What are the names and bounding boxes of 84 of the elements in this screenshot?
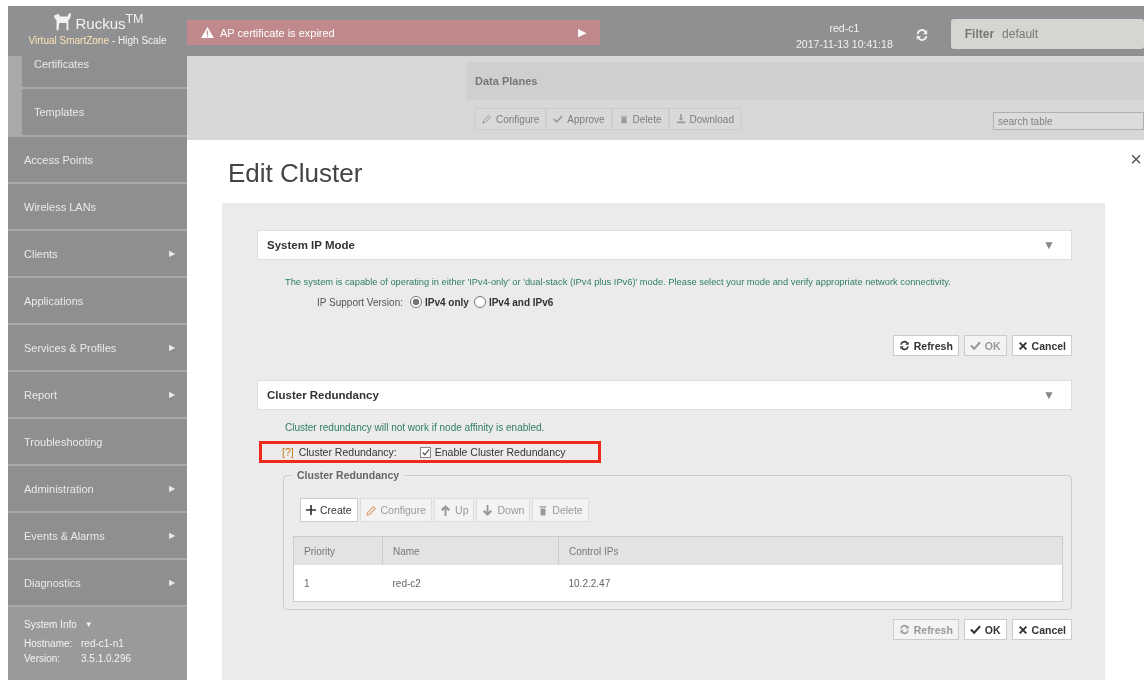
column-header[interactable]: Name xyxy=(382,536,559,565)
section-title: Cluster Redundancy xyxy=(267,389,379,401)
radio-button[interactable] xyxy=(410,296,422,308)
pencil-icon xyxy=(482,114,492,124)
toolbar-button[interactable]: Delete xyxy=(611,108,669,130)
checkbox[interactable] xyxy=(419,446,431,458)
column-header[interactable]: Control IPs xyxy=(558,536,1063,565)
filter-label: Filter xyxy=(964,27,995,41)
download-icon xyxy=(675,114,686,124)
alert-banner[interactable]: AP certificate is expired ▶ xyxy=(187,20,600,45)
brand-name: Ruckus$^{TM}$ xyxy=(75,12,144,32)
caret-icon[interactable]: ▼ xyxy=(1043,388,1055,402)
note-text: Cluster redundancy will not work if node affinity is enabled. xyxy=(285,422,546,433)
controller-datetime: 2017-11-13 10:41:18 xyxy=(796,37,893,52)
close-icon xyxy=(1017,340,1028,351)
dog-logo-icon xyxy=(51,12,74,32)
filter-value: default xyxy=(1002,27,1039,41)
plus-icon xyxy=(306,505,316,515)
info-value: 3.5.1.0.296 xyxy=(81,652,132,666)
arrow-down-icon xyxy=(482,504,494,516)
trash-icon xyxy=(538,504,549,516)
refresh-icon xyxy=(898,624,910,635)
check-icon xyxy=(553,114,564,124)
caret-icon[interactable]: ▼ xyxy=(1043,238,1055,252)
toolbar-button[interactable]: Approve xyxy=(546,108,612,130)
check-icon xyxy=(969,340,981,351)
arrow-up-icon xyxy=(440,504,452,516)
sidebar-item[interactable]: Troubleshooting xyxy=(8,419,187,466)
table-cell: 10.2.2.47 xyxy=(558,565,1063,602)
help-link[interactable]: [?] xyxy=(282,446,294,458)
sidebar-item[interactable]: Access Points xyxy=(8,137,187,184)
sidebar-item[interactable]: Certificates xyxy=(22,56,187,89)
pencil-icon xyxy=(365,504,377,516)
table-cell: red-c2 xyxy=(382,565,559,602)
sidebar-item[interactable]: Services & Profiles ▶ xyxy=(8,325,187,372)
refresh-icon xyxy=(898,340,910,351)
section-title: System IP Mode xyxy=(267,239,355,251)
description-text: The system is capable of operating in either 'IPv4-only' or 'dual-stack (IPv4 plus IPv6)' mode. Please select your mode and verify appropriate network connectivity. xyxy=(285,277,952,287)
section-header[interactable]: System IP Mode ▼ xyxy=(257,230,1072,260)
dialog-title: Edit Cluster xyxy=(228,158,363,189)
toolbar-button[interactable]: Create xyxy=(300,498,358,522)
sidebar-item[interactable]: Clients ▶ xyxy=(8,231,187,278)
sidebar-item[interactable]: Templates xyxy=(22,89,187,137)
info-label: Version: xyxy=(24,652,62,666)
field-label: Cluster Redundancy: xyxy=(298,446,397,458)
table-cell: 1 xyxy=(293,565,383,602)
refresh-icon[interactable] xyxy=(914,28,929,42)
trash-icon xyxy=(618,114,629,124)
sidebar-item[interactable]: Events & Alarms ▶ xyxy=(8,513,187,560)
warning-icon xyxy=(201,27,214,38)
sidebar-item[interactable]: Diagnostics ▶ xyxy=(8,560,187,607)
sidebar-item[interactable]: Wireless LANs xyxy=(8,184,187,231)
controller-name: red-c1 xyxy=(828,21,861,36)
toolbar-button[interactable]: Configure xyxy=(475,108,547,130)
product-name: Virtual SmartZone xyxy=(28,35,109,46)
action-button[interactable]: OK xyxy=(963,619,1007,640)
group-legend: Cluster Redundancy xyxy=(292,469,405,481)
field-label: IP Support Version: xyxy=(317,296,403,308)
close-icon xyxy=(1017,624,1028,635)
caret-icon[interactable]: ▼ xyxy=(84,617,93,632)
info-value: red-c1-n1 xyxy=(81,637,124,651)
radio-option[interactable]: IPv4 only xyxy=(410,296,469,308)
checkbox-option[interactable]: Enable Cluster Redundancy xyxy=(419,446,566,458)
action-button[interactable]: Refresh xyxy=(892,335,959,356)
filter-field[interactable]: Filter default xyxy=(950,19,1144,49)
sidebar-item[interactable]: Report ▶ xyxy=(8,372,187,419)
sidebar-item[interactable]: Applications xyxy=(8,278,187,325)
search-field[interactable]: search table xyxy=(993,112,1144,130)
action-button[interactable]: Cancel xyxy=(1011,335,1072,356)
product-edition: - High Scale xyxy=(111,35,167,46)
info-label: Hostname: xyxy=(24,637,74,651)
close-button[interactable]: × xyxy=(1130,148,1142,171)
alert-arrow[interactable]: ▶ xyxy=(578,26,586,39)
check-icon xyxy=(969,624,981,635)
radio-button[interactable] xyxy=(473,296,486,308)
toolbar-button[interactable]: Download xyxy=(668,108,741,130)
alert-text: AP certificate is expired xyxy=(220,26,336,39)
system-info-title[interactable]: System Info xyxy=(24,617,77,632)
sidebar-item[interactable]: Administration ▶ xyxy=(8,466,187,513)
action-button[interactable]: Cancel xyxy=(1011,619,1072,640)
column-header[interactable]: Priority xyxy=(293,536,383,565)
section-header[interactable]: Cluster Redundancy ▼ xyxy=(257,380,1072,410)
panel-title: Data Planes xyxy=(475,75,538,87)
radio-option[interactable]: IPv4 and IPv6 xyxy=(473,296,554,308)
